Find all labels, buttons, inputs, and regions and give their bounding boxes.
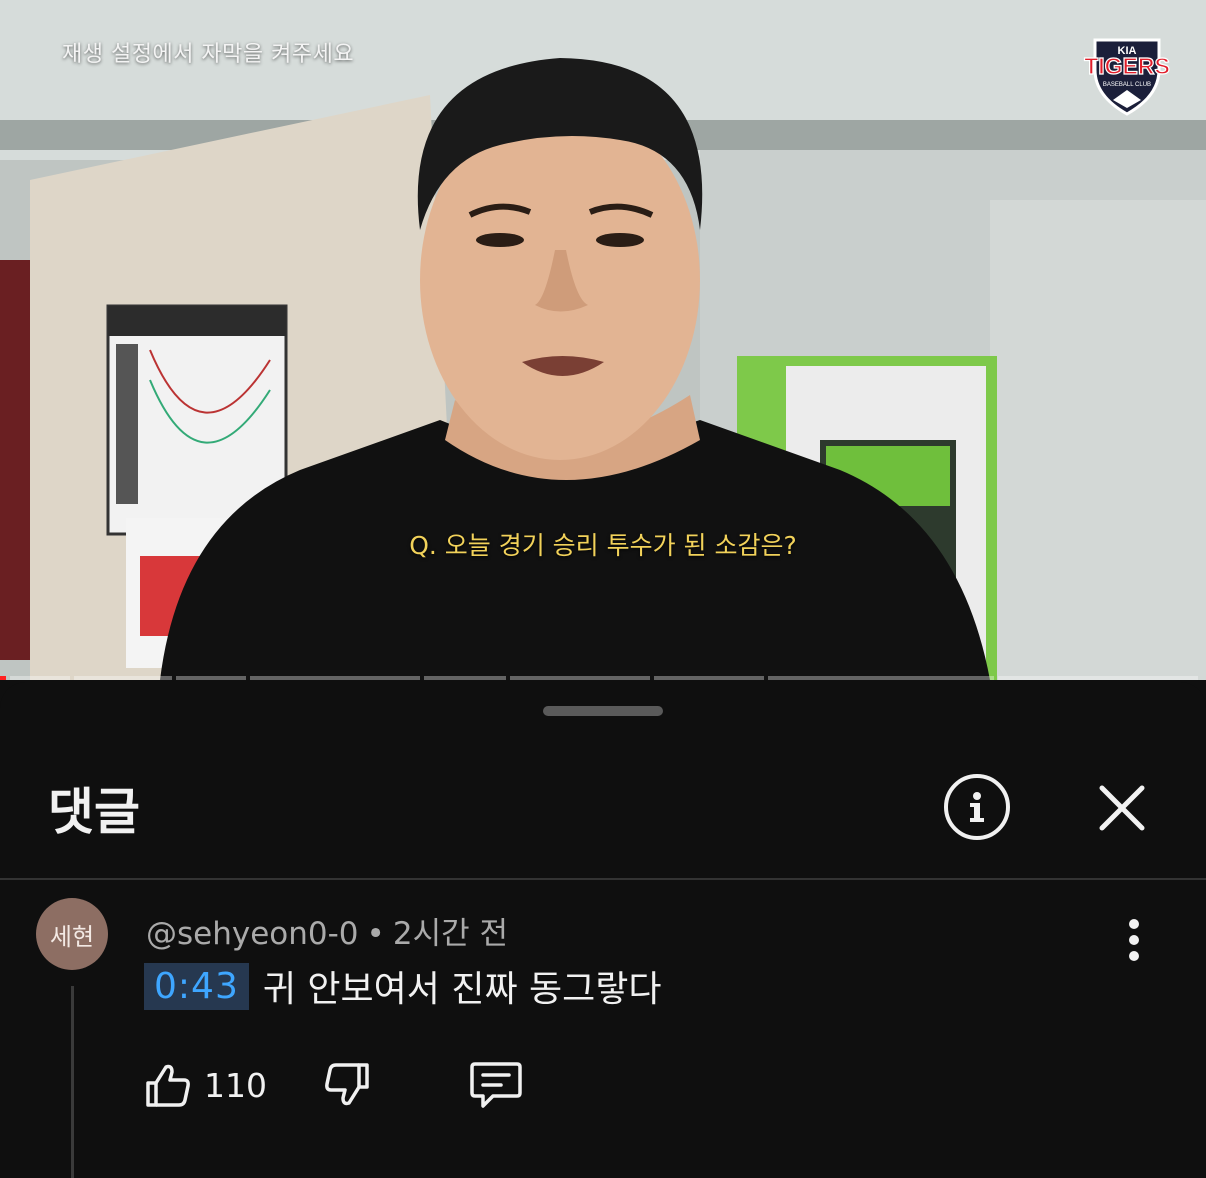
comment-author[interactable]: @sehyeon0-0 [146,916,359,952]
chapter-segment [510,676,650,680]
divider [0,878,1206,880]
chapter-progress-bar[interactable] [0,676,1206,680]
like-count: 110 [204,1065,267,1105]
more-vert-icon[interactable] [1118,916,1150,964]
progress-played [0,676,6,680]
reply-icon [470,1062,522,1108]
drag-handle[interactable] [543,706,663,716]
comment-content: 귀 안보여서 진짜 동그랗다 [262,969,662,1010]
chapter-segment [768,676,994,680]
comment-meta: @sehyeon0-0 • 2시간 전 [146,908,508,953]
chapter-segment [654,676,764,680]
avatar[interactable]: 세현 [36,898,108,970]
info-icon [970,792,984,822]
reply-button[interactable] [469,1060,523,1110]
comment-time: 2시간 전 [392,916,508,952]
caption-hint: 재생 설정에서 자막을 켜주세요 [62,42,355,67]
video-subtitle: Q. 오늘 경기 승리 투수가 된 소감은? [409,531,797,560]
chapter-segment [250,676,420,680]
timestamp-link[interactable]: 0:43 [144,962,249,1010]
thumbs-down-icon [325,1063,369,1106]
dislike-button[interactable] [323,1061,371,1109]
chapter-segment [10,676,70,680]
chapter-segment [176,676,246,680]
chapter-segment [424,676,506,680]
comment-actions: 110 [144,1060,523,1110]
chapter-segment [998,676,1198,680]
logo-name: TIGERS [1084,53,1170,79]
logo-sub: BASEBALL CLUB [1103,82,1151,88]
comments-sheet: 댓글 세현 @sehyeon0-0 • 2시간 전 0:43 귀 안보여서 진짜 동… [0,682,1206,1178]
video-player[interactable]: 재생 설정에서 자막을 켜주세요 KIA TIGERS BASEBALL CLU… [0,0,1206,680]
tigers-logo: KIA TIGERS BASEBALL CLUB [1084,38,1170,116]
thumbs-up-icon [146,1064,190,1107]
close-icon[interactable] [1096,782,1148,834]
meta-separator: • [366,916,385,952]
video-frame [0,0,1206,680]
like-button[interactable]: 110 [144,1061,267,1109]
info-button[interactable] [944,774,1010,840]
chapter-segment [74,676,172,680]
comment-text: 0:43 귀 안보여서 진짜 동그랗다 [144,960,662,1012]
thread-line [71,986,74,1178]
sheet-title: 댓글 [48,783,140,841]
